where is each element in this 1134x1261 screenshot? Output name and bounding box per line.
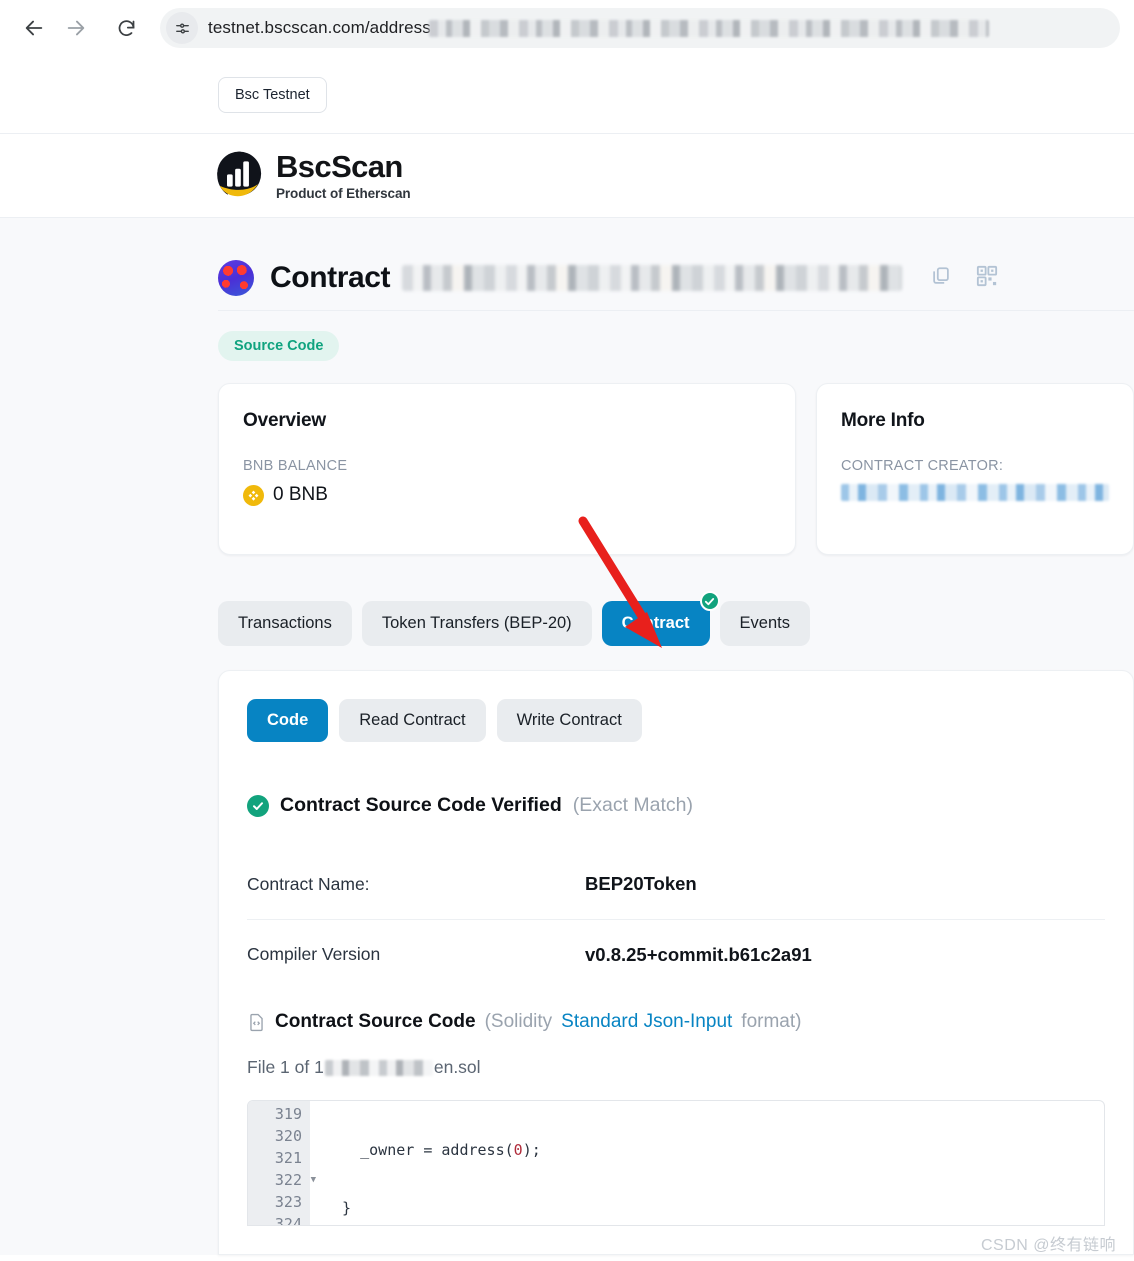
- code-editor[interactable]: 319 320 321 322 ▼ 323 324 _owner = addre…: [247, 1100, 1105, 1226]
- compiler-version-label: Compiler Version: [247, 944, 381, 964]
- table-row: Contract Name: BEP20Token: [247, 849, 1105, 919]
- copy-icon: [933, 266, 949, 284]
- check-icon: [704, 597, 715, 605]
- code-text: );: [522, 1141, 541, 1159]
- tab-transactions[interactable]: Transactions: [218, 601, 352, 646]
- source-format-prefix: (Solidity: [484, 1011, 553, 1032]
- reload-button[interactable]: [106, 8, 146, 48]
- verification-status: Contract Source Code Verified (Exact Mat…: [247, 794, 1105, 817]
- copy-address-button[interactable]: [930, 265, 952, 292]
- file-indicator: File 1 of 1 en.sol: [247, 1057, 1105, 1078]
- line-number: 319: [274, 1105, 302, 1123]
- code-line: _owner = address(0);: [310, 1139, 1104, 1161]
- contract-name-value: BEP20Token: [585, 873, 697, 894]
- bnb-balance-value: 0 BNB: [273, 484, 328, 505]
- reload-icon: [118, 19, 134, 36]
- verified-title: Contract Source Code Verified: [280, 794, 562, 816]
- line-number: 324: [274, 1215, 302, 1226]
- more-info-card: More Info CONTRACT CREATOR:: [816, 383, 1134, 555]
- browser-toolbar: testnet.bscscan.com/address: [0, 0, 1134, 56]
- compiler-version-value: v0.8.25+commit.b61c2a91: [585, 943, 812, 965]
- verified-check-icon: [247, 794, 269, 817]
- tab-events[interactable]: Events: [719, 601, 810, 646]
- page-title: Contract: [270, 261, 391, 294]
- page-body: Contract Source Code Overview BNB BALANC…: [0, 218, 1134, 1255]
- address-bar[interactable]: testnet.bscscan.com/address: [160, 8, 1120, 48]
- contract-title-row: Contract: [0, 218, 1134, 310]
- identicon-avatar: [218, 260, 254, 296]
- back-button[interactable]: [14, 8, 54, 48]
- tab-contract-label: Contract: [621, 614, 690, 632]
- url-redacted-region: [428, 19, 989, 37]
- check-icon: [253, 801, 263, 810]
- tune-icon: [175, 22, 189, 34]
- file-name-suffix: en.sol: [433, 1057, 481, 1077]
- summary-cards: Overview BNB BALANCE 0 BNB More Info CON…: [0, 383, 1134, 555]
- arrow-left-icon: [25, 20, 43, 36]
- bnb-coin-icon: [243, 484, 264, 506]
- tab-contract[interactable]: Contract: [601, 591, 720, 646]
- contract-name-label: Contract Name:: [247, 873, 370, 894]
- bnb-glyph-icon: [248, 490, 259, 501]
- network-bar: Bsc Testnet: [0, 56, 1134, 134]
- line-number: 321: [274, 1149, 302, 1167]
- page-root: Bsc Testnet BscScan Product of Etherscan…: [0, 56, 1134, 1255]
- source-format-suffix: format): [741, 1011, 802, 1032]
- network-chip[interactable]: Bsc Testnet: [218, 76, 327, 113]
- url-text: testnet.bscscan.com/address: [208, 18, 431, 37]
- code-gutter: 319 320 321 322 ▼ 323 324: [248, 1101, 316, 1226]
- subtab-code[interactable]: Code: [247, 699, 329, 742]
- file-name-redacted: [324, 1059, 433, 1076]
- more-info-title: More Info: [841, 410, 925, 431]
- contract-info-table: Contract Name: BEP20Token Compiler Versi…: [247, 849, 1105, 989]
- code-file-icon: [250, 1013, 263, 1031]
- qr-code-icon: [977, 265, 998, 286]
- source-code-heading: Contract Source Code (Solidity Standard …: [247, 1011, 1105, 1033]
- code-number-literal: 0: [513, 1141, 523, 1159]
- contract-creator-redacted[interactable]: [841, 484, 1109, 501]
- site-settings-button[interactable]: [166, 12, 198, 44]
- standard-json-input-link[interactable]: Standard Json-Input: [561, 1011, 732, 1033]
- code-fold-toggle-icon[interactable]: ▼: [304, 1169, 316, 1191]
- tab-token-transfers[interactable]: Token Transfers (BEP-20): [361, 601, 592, 646]
- subtab-read-contract[interactable]: Read Contract: [339, 699, 486, 742]
- table-row: Compiler Version v0.8.25+commit.b61c2a91: [247, 919, 1105, 989]
- qr-code-button[interactable]: [976, 265, 998, 292]
- tab-contract-verified-badge: [699, 591, 720, 611]
- contract-creator-label: CONTRACT CREATOR:: [841, 458, 1004, 474]
- contract-address-redacted: [402, 265, 903, 291]
- code-line: }: [324, 1199, 352, 1217]
- bnb-balance-label: BNB BALANCE: [243, 458, 348, 474]
- site-header: BscScan Product of Etherscan: [0, 134, 1134, 218]
- overview-title: Overview: [243, 410, 326, 431]
- line-number: 323: [274, 1193, 302, 1211]
- line-number: 320: [274, 1127, 302, 1145]
- code-content[interactable]: _owner = address(0); } /** * @dev Transf…: [310, 1101, 1104, 1225]
- source-code-title: Contract Source Code: [275, 1011, 476, 1032]
- contract-subtabs: Code Read Contract Write Contract: [247, 699, 1105, 742]
- bnb-balance-row: 0 BNB: [243, 484, 771, 506]
- line-number-text: 322: [274, 1171, 302, 1189]
- arrow-right-icon: [67, 20, 85, 36]
- status-badge: Source Code: [218, 331, 340, 361]
- logo-subtitle: Product of Etherscan: [276, 185, 411, 201]
- bscscan-logo-icon: [217, 151, 262, 196]
- file-count-label: File 1 of 1: [247, 1057, 324, 1077]
- code-text: _owner = address(: [324, 1141, 514, 1159]
- line-number: 322 ▼: [248, 1169, 316, 1191]
- logo-title: BscScan: [276, 148, 403, 184]
- subtab-write-contract[interactable]: Write Contract: [496, 699, 642, 742]
- overview-card: Overview BNB BALANCE 0 BNB: [218, 383, 796, 555]
- csdn-watermark: CSDN @终有链响: [980, 1237, 1116, 1254]
- primary-tabs: Transactions Token Transfers (BEP-20) Co…: [0, 555, 1134, 646]
- forward-button[interactable]: [56, 8, 96, 48]
- badge-row: Source Code: [0, 311, 1134, 383]
- bscscan-logo[interactable]: BscScan Product of Etherscan: [214, 150, 411, 202]
- contract-panel: Code Read Contract Write Contract Contra…: [218, 670, 1134, 1255]
- verified-match: (Exact Match): [572, 794, 694, 816]
